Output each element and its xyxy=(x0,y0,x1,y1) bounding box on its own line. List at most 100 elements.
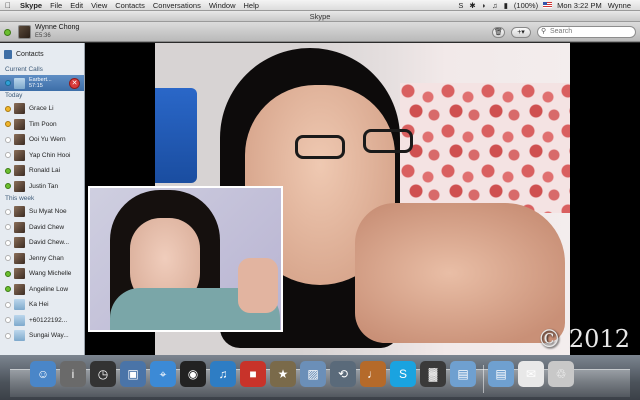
contact-avatar xyxy=(14,77,25,89)
contact-list-item[interactable]: Grace Li xyxy=(0,101,84,117)
menu-conversations[interactable]: Conversations xyxy=(149,0,205,11)
battery-percent: (100%) xyxy=(513,0,539,10)
sidebar: Contacts Current Calls Earbert... 57:15 … xyxy=(0,43,85,355)
contact-name: Justin Tan xyxy=(29,182,59,190)
offline-status-icon xyxy=(5,152,11,159)
apple-menu-icon[interactable]:  xyxy=(0,1,16,10)
contact-avatar xyxy=(14,268,25,280)
contact-avatar xyxy=(14,118,25,130)
trash-icon[interactable]: ♲ xyxy=(548,361,574,387)
downloads-stack-icon[interactable]: ✉ xyxy=(518,361,544,387)
contact-name: Yap Chin Hooi xyxy=(29,151,71,159)
dashboard-icon[interactable]: ◷ xyxy=(90,361,116,387)
contact-list-item[interactable]: David Chew... xyxy=(0,235,84,251)
offline-status-icon xyxy=(5,224,11,231)
online-status-icon[interactable] xyxy=(4,29,11,36)
active-call-item[interactable]: Earbert... 57:15 ✕ xyxy=(0,75,84,91)
away-status-icon xyxy=(5,105,11,112)
menu-skype[interactable]: Skype xyxy=(16,0,46,11)
search-input[interactable]: ⚲ Search xyxy=(537,26,636,38)
safari-icon[interactable]: ⌖ xyxy=(150,361,176,387)
contact-name: Sungai Way... xyxy=(29,332,69,340)
facetime-icon[interactable]: ◉ xyxy=(180,361,206,387)
menubar-user[interactable]: Wynne xyxy=(605,1,634,10)
skype-status-icon[interactable]: S xyxy=(455,1,466,10)
contact-list-item[interactable]: +60122192... xyxy=(0,313,84,329)
contact-list-item[interactable]: Wang Michelle xyxy=(0,266,84,282)
dock-separator xyxy=(483,365,484,393)
garageband-icon[interactable]: ♩ xyxy=(360,361,386,387)
self-video-preview[interactable] xyxy=(88,186,283,332)
iphoto-icon[interactable]: ▨ xyxy=(300,361,326,387)
add-contact-button[interactable]: +▾ xyxy=(511,27,531,38)
finder-icon[interactable]: ☺ xyxy=(30,361,56,387)
active-call-duration: 57:15 xyxy=(29,83,43,89)
section-this-week: This week xyxy=(5,195,35,202)
menu-edit[interactable]: Edit xyxy=(66,0,87,11)
menubar-status-area: S ✱ ◗ ♫ ▮ (100%) Mon 3:22 PM Wynne xyxy=(455,1,640,10)
wifi-icon[interactable]: ◗ xyxy=(479,1,490,10)
dock: ☺ i ◷ ▣ ⌖ ◉ ♫ ■ ★ ▨ ⟲ ♩ S ▓ ▤ ▤ ✉ ♲ xyxy=(0,355,640,400)
end-call-icon[interactable]: ✕ xyxy=(69,77,80,89)
menu-window[interactable]: Window xyxy=(205,0,240,11)
contact-list-item[interactable]: Justin Tan xyxy=(0,179,84,195)
background-curtain xyxy=(400,83,570,213)
remote-person-hand xyxy=(355,203,565,343)
toolbar: Wynne Chong E5:36 🗑 +▾ ⚲ Search xyxy=(0,22,640,42)
menu-file[interactable]: File xyxy=(46,0,66,11)
contact-name: Angeline Low xyxy=(29,285,69,293)
profile-info[interactable]: Wynne Chong E5:36 xyxy=(35,24,79,40)
offline-status-icon xyxy=(5,208,11,215)
contact-list-item[interactable]: Ronald Lai xyxy=(0,163,84,179)
contact-list-item[interactable]: Ooi Yu Wern xyxy=(0,132,84,148)
search-placeholder: Search xyxy=(550,28,573,35)
offline-status-icon xyxy=(5,301,11,308)
volume-icon[interactable]: ♫ xyxy=(489,1,501,10)
contact-name: David Chew... xyxy=(29,239,70,247)
section-today: Today xyxy=(5,92,23,99)
time-machine-icon[interactable]: ⟲ xyxy=(330,361,356,387)
profile-avatar[interactable] xyxy=(18,24,31,39)
glasses-left-lens xyxy=(295,135,345,159)
battery-icon[interactable]: ▮ xyxy=(501,1,511,10)
menubar-clock[interactable]: Mon 3:22 PM xyxy=(554,1,605,10)
window-title: Skype xyxy=(309,12,331,21)
contact-list-item[interactable]: Tim Poon xyxy=(0,117,84,133)
skype-icon[interactable]: S xyxy=(390,361,416,387)
preview-icon[interactable]: ▣ xyxy=(120,361,146,387)
applications-folder-icon[interactable]: ▤ xyxy=(450,361,476,387)
imovie-icon[interactable]: ★ xyxy=(270,361,296,387)
input-flag-icon[interactable] xyxy=(543,2,553,8)
offline-status-icon xyxy=(5,136,11,143)
photo-booth-icon[interactable]: ■ xyxy=(240,361,266,387)
contact-list-item[interactable]: Yap Chin Hooi xyxy=(0,148,84,164)
contact-list-item[interactable]: Jenny Chan xyxy=(0,251,84,267)
offline-status-icon xyxy=(5,317,11,324)
sidebar-item-contacts[interactable]: Contacts xyxy=(0,43,84,65)
contact-avatar xyxy=(14,252,25,264)
glasses-right-lens xyxy=(363,129,413,153)
system-info-icon[interactable]: i xyxy=(60,361,86,387)
copyright-watermark: © 2012 xyxy=(537,325,630,353)
video-call-area[interactable]: © 2012 xyxy=(85,43,640,355)
contact-list-item[interactable]: Ka Hei xyxy=(0,297,84,313)
contact-avatar xyxy=(14,221,25,233)
contact-list-item[interactable]: Su Myat Noe xyxy=(0,204,84,220)
bluetooth-icon[interactable]: ✱ xyxy=(466,1,478,10)
menu-view[interactable]: View xyxy=(87,0,111,11)
section-current-calls: Current Calls xyxy=(5,66,43,73)
offline-status-icon xyxy=(5,255,11,262)
contact-list-item[interactable]: David Chew xyxy=(0,220,84,236)
contact-list-item[interactable]: Angeline Low xyxy=(0,282,84,298)
this-week-list: Su Myat Noe David Chew David Chew... Jenny … xyxy=(0,204,84,344)
menu-contacts[interactable]: Contacts xyxy=(111,0,149,11)
delete-button[interactable]: 🗑 xyxy=(492,27,505,38)
itunes-icon[interactable]: ♫ xyxy=(210,361,236,387)
contact-avatar xyxy=(14,283,25,295)
documents-folder-icon[interactable]: ▤ xyxy=(488,361,514,387)
contact-list-item[interactable]: Sungai Way... xyxy=(0,328,84,344)
menu-help[interactable]: Help xyxy=(240,0,263,11)
activity-monitor-icon[interactable]: ▓ xyxy=(420,361,446,387)
contact-name: Jenny Chan xyxy=(29,254,64,262)
contact-avatar xyxy=(14,103,25,115)
